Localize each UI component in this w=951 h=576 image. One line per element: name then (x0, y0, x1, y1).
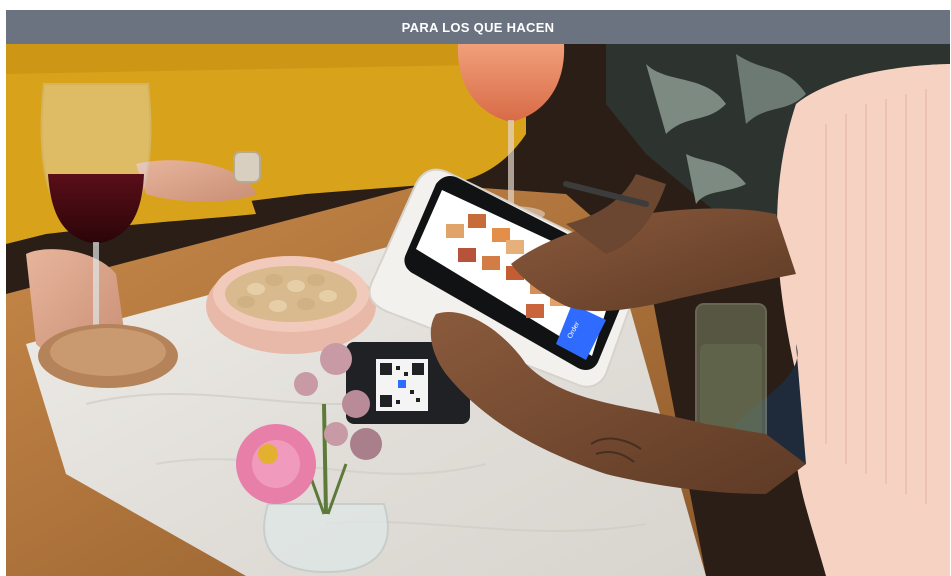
header-banner: PARA LOS QUE HACEN (6, 10, 950, 44)
page: PARA LOS QUE HACEN Order (0, 0, 951, 576)
hero-image: Order (6, 44, 950, 576)
pistachio-bowl (206, 256, 376, 354)
banner-title: PARA LOS QUE HACEN (401, 19, 555, 35)
